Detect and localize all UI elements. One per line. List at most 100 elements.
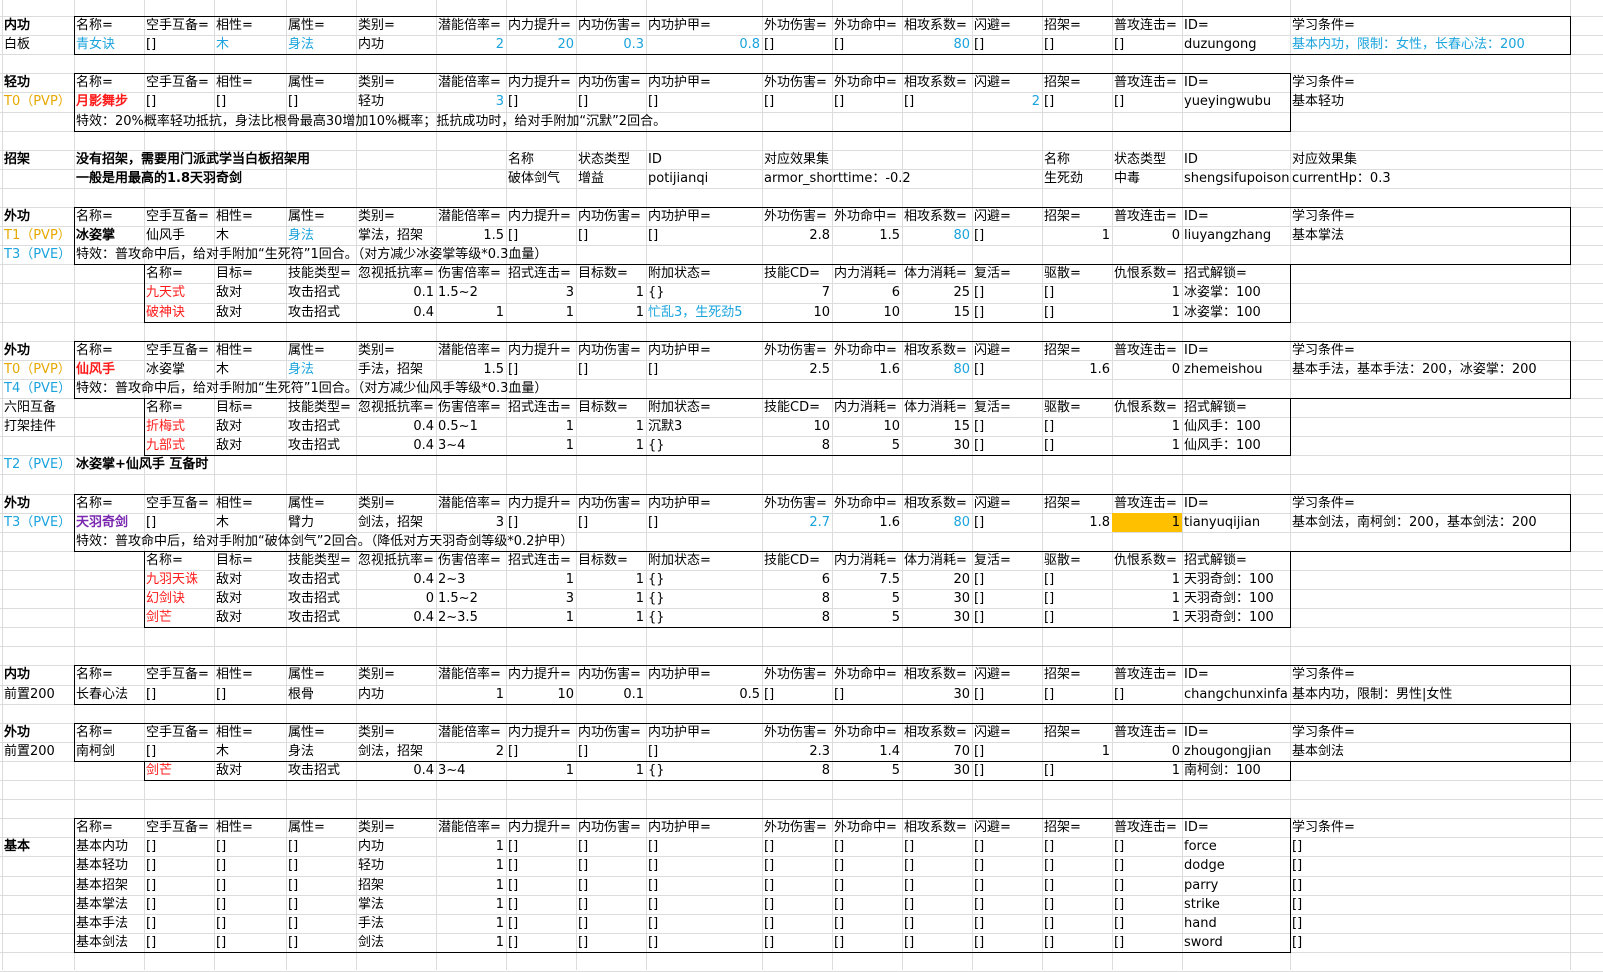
cell[interactable]: 30: [902, 608, 972, 627]
cell[interactable]: []: [214, 837, 286, 856]
cell[interactable]: 仙风手: [144, 226, 214, 245]
cell[interactable]: 2.7: [762, 513, 832, 532]
column-header[interactable]: 闪避=: [972, 818, 1042, 837]
cell[interactable]: []: [902, 933, 972, 952]
column-header[interactable]: 技能CD=: [762, 551, 832, 570]
cell[interactable]: 攻击招式: [286, 436, 356, 455]
cell[interactable]: 敌对: [214, 761, 286, 780]
cell[interactable]: 轻功: [356, 856, 436, 875]
cell[interactable]: 8: [762, 761, 832, 780]
cell[interactable]: 7: [762, 283, 832, 302]
cell[interactable]: 南柯剑: [74, 742, 144, 761]
cell[interactable]: 30: [902, 436, 972, 455]
cell[interactable]: T2（PVE）: [2, 455, 74, 474]
column-header[interactable]: 招式解锁=: [1182, 264, 1290, 283]
column-header[interactable]: 相攻系数=: [902, 73, 972, 92]
cell[interactable]: []: [1042, 914, 1112, 933]
column-header[interactable]: 学习条件=: [1290, 723, 1570, 742]
cell[interactable]: 1.5: [436, 226, 506, 245]
column-header[interactable]: 属性=: [286, 494, 356, 513]
column-header[interactable]: 招架=: [1042, 818, 1112, 837]
cell[interactable]: 0.1: [576, 685, 646, 704]
cell[interactable]: 忙乱3，生死劲5: [646, 303, 762, 322]
cell[interactable]: 木: [214, 35, 286, 54]
cell[interactable]: 木: [214, 742, 286, 761]
cell[interactable]: 掌法，招架: [356, 226, 436, 245]
cell[interactable]: 轻功: [2, 73, 74, 92]
column-header[interactable]: 仇恨系数=: [1112, 398, 1182, 417]
cell[interactable]: T3（PVE）: [2, 513, 74, 532]
column-header[interactable]: 外功伤害=: [762, 73, 832, 92]
cell[interactable]: 3: [436, 513, 506, 532]
cell[interactable]: 7.5: [832, 570, 902, 589]
cell[interactable]: []: [1042, 761, 1112, 780]
column-header[interactable]: 内功伤害=: [576, 665, 646, 684]
cell[interactable]: []: [506, 360, 576, 379]
cell[interactable]: 1: [1112, 608, 1182, 627]
cell[interactable]: 1: [576, 589, 646, 608]
column-header[interactable]: 潜能倍率=: [436, 73, 506, 92]
cell[interactable]: 内功: [2, 665, 74, 684]
cell[interactable]: []: [1042, 35, 1112, 54]
column-header[interactable]: 外功伤害=: [762, 494, 832, 513]
cell[interactable]: []: [144, 742, 214, 761]
column-header[interactable]: 属性=: [286, 207, 356, 226]
column-header[interactable]: 名称=: [74, 73, 144, 92]
cell[interactable]: 基本内功，限制：男性|女性: [1290, 685, 1570, 704]
cell[interactable]: []: [214, 876, 286, 895]
column-header[interactable]: 名称=: [144, 551, 214, 570]
spreadsheet-grid[interactable]: 名称= 空手互备= 相性= 属性= 类别= 潜能倍率= 内力提升= 内功伤害= 内功护甲= 外功伤…: [0, 0, 1603, 972]
cell[interactable]: []: [762, 933, 832, 952]
column-header[interactable]: 驱散=: [1042, 398, 1112, 417]
cell[interactable]: 10: [506, 685, 576, 704]
column-header[interactable]: 招式连击=: [506, 264, 576, 283]
cell[interactable]: 剑法，招架: [356, 742, 436, 761]
cell[interactable]: []: [1290, 856, 1570, 875]
cell[interactable]: []: [1290, 876, 1570, 895]
cell[interactable]: []: [762, 914, 832, 933]
cell[interactable]: 白板: [2, 35, 74, 54]
column-header[interactable]: 外功命中=: [832, 818, 902, 837]
cell[interactable]: 九部式: [144, 436, 214, 455]
cell[interactable]: 特效：20%概率轻功抵抗，身法比根骨最高30增加10%概率；抵抗成功时，给对手附…: [74, 112, 1570, 131]
cell[interactable]: []: [214, 933, 286, 952]
column-header[interactable]: 附加状态=: [646, 398, 762, 417]
column-header[interactable]: 空手互备=: [144, 341, 214, 360]
cell[interactable]: 臂力: [286, 513, 356, 532]
cell[interactable]: []: [1042, 589, 1112, 608]
column-header[interactable]: 闪避=: [972, 665, 1042, 684]
column-header[interactable]: 目标数=: [576, 264, 646, 283]
cell[interactable]: 身法: [286, 360, 356, 379]
column-header[interactable]: 空手互备=: [144, 494, 214, 513]
column-header[interactable]: 属性=: [286, 818, 356, 837]
cell[interactable]: 天羽奇剑：100: [1182, 570, 1290, 589]
cell[interactable]: 1: [436, 685, 506, 704]
cell[interactable]: 状态类型: [1112, 150, 1182, 169]
cell[interactable]: 1: [576, 436, 646, 455]
cell[interactable]: 20: [902, 570, 972, 589]
column-header[interactable]: 潜能倍率=: [436, 818, 506, 837]
cell[interactable]: 南柯剑：100: [1182, 761, 1290, 780]
column-header[interactable]: 空手互备=: [144, 16, 214, 35]
column-header[interactable]: 内力消耗=: [832, 264, 902, 283]
cell[interactable]: zhemeishou: [1182, 360, 1290, 379]
column-header[interactable]: 学习条件=: [1290, 818, 1570, 837]
cell[interactable]: 0.4: [356, 417, 436, 436]
cell[interactable]: 对应效果集: [1290, 150, 1570, 169]
column-header[interactable]: 内力提升=: [506, 818, 576, 837]
cell[interactable]: T1（PVP）: [2, 226, 74, 245]
cell[interactable]: []: [1290, 895, 1570, 914]
column-header[interactable]: 名称=: [144, 264, 214, 283]
column-header[interactable]: 复活=: [972, 264, 1042, 283]
cell[interactable]: []: [1042, 92, 1112, 111]
column-header[interactable]: 空手互备=: [144, 723, 214, 742]
cell[interactable]: 1: [576, 303, 646, 322]
cell[interactable]: []: [1042, 436, 1112, 455]
column-header[interactable]: ID=: [1182, 73, 1290, 92]
cell[interactable]: 3~4: [436, 436, 506, 455]
cell[interactable]: ID: [646, 150, 762, 169]
column-header[interactable]: 学习条件=: [1290, 207, 1570, 226]
cell[interactable]: potijianqi: [646, 169, 762, 188]
cell[interactable]: []: [144, 933, 214, 952]
cell[interactable]: 冰姿掌：100: [1182, 283, 1290, 302]
